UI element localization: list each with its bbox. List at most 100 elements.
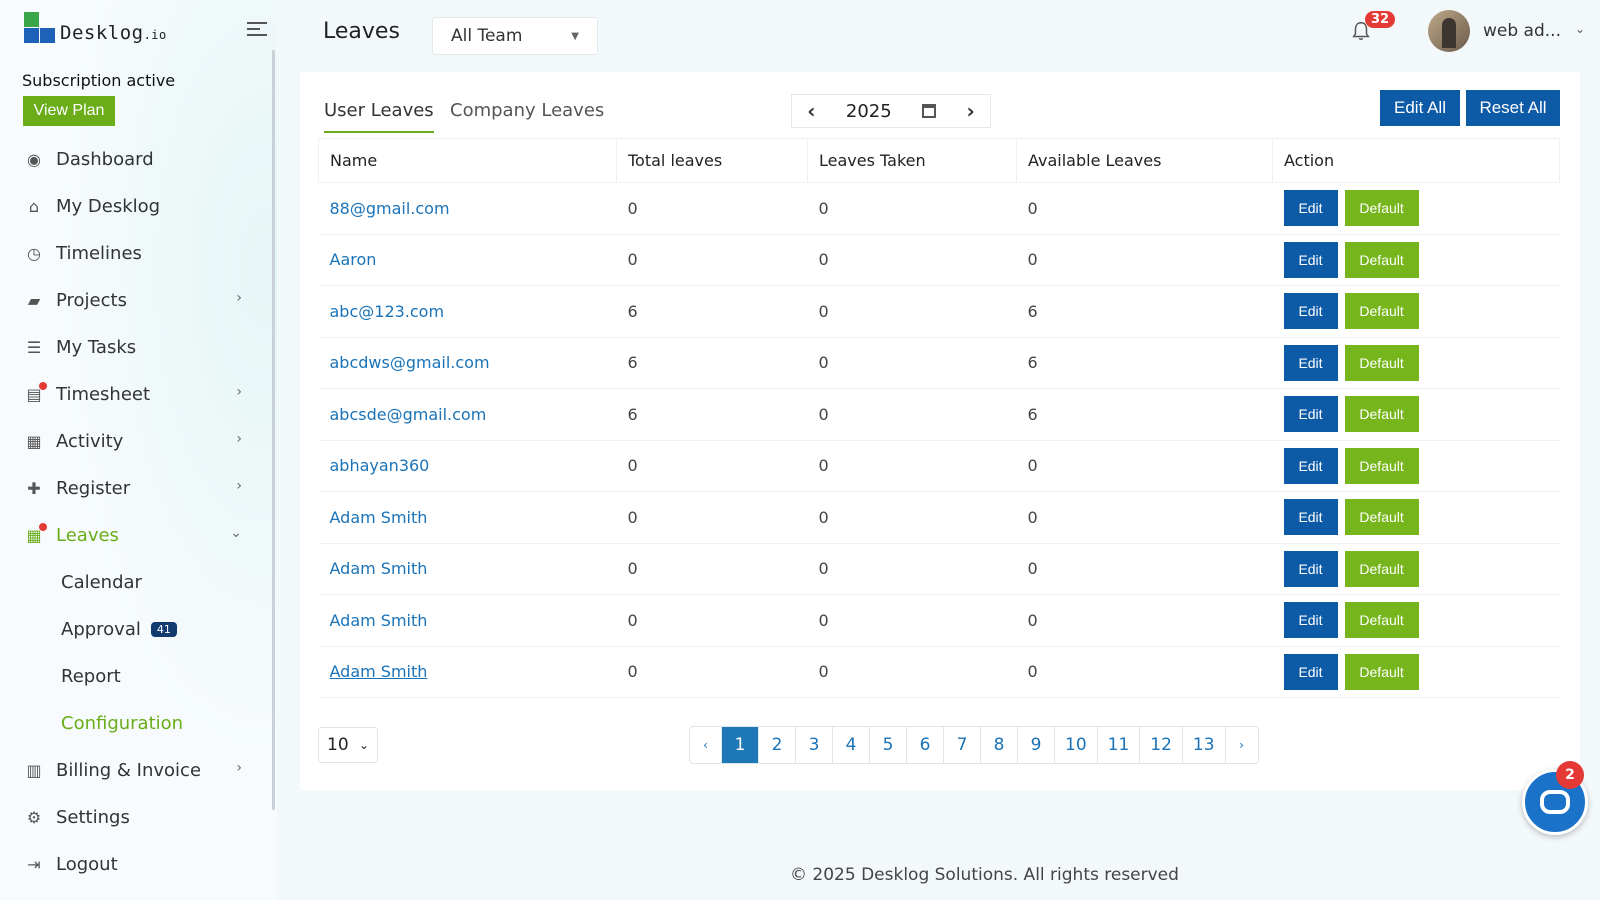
column-header-leaves-taken[interactable]: Leaves Taken [807, 138, 1017, 183]
user-name-link[interactable]: abcsde@gmail.com [318, 388, 617, 441]
reset-all-button[interactable]: Reset All [1466, 90, 1560, 126]
default-button[interactable]: Default [1344, 550, 1419, 587]
sidebar-item-settings[interactable]: ⚙ Settings [0, 794, 270, 841]
user-name-link[interactable]: abc@123.com [318, 285, 617, 338]
total-leaves-cell: 6 [616, 285, 808, 338]
default-button[interactable]: Default [1344, 499, 1419, 536]
user-name-link[interactable]: 88@gmail.com [318, 182, 617, 235]
sidebar-item-register[interactable]: ✚ Register › [0, 465, 270, 512]
user-name[interactable]: web ad... [1483, 21, 1561, 41]
sidebar-item-label: Register [56, 478, 131, 499]
edit-button[interactable]: Edit [1283, 602, 1338, 639]
table-row: abcdws@gmail.com 6 0 6 Edit Default [318, 337, 1560, 389]
pagination-page-13[interactable]: 13 [1183, 727, 1226, 763]
column-header-available-leaves[interactable]: Available Leaves [1016, 138, 1273, 183]
avatar[interactable] [1428, 10, 1470, 52]
pagination-page-6[interactable]: 6 [907, 727, 944, 763]
brand-name: Desklog.io [60, 22, 167, 44]
default-button[interactable]: Default [1344, 293, 1419, 330]
home-icon: ⌂ [28, 197, 40, 216]
year-value[interactable]: 2025 [846, 101, 892, 122]
edit-button[interactable]: Edit [1283, 550, 1338, 587]
tab-user-leaves[interactable]: User Leaves [324, 100, 434, 133]
calendar-icon: ▦ [24, 522, 47, 546]
pagination-prev-button[interactable]: ‹ [690, 727, 722, 763]
pagination-page-12[interactable]: 12 [1140, 727, 1183, 763]
sidebar-item-label: Leaves [56, 525, 119, 546]
column-header-name[interactable]: Name [318, 138, 617, 183]
sidebar-item-timesheet[interactable]: ▤ Timesheet › [0, 371, 270, 418]
chevron-right-icon[interactable]: › [967, 99, 975, 123]
action-cell: Edit Default [1272, 440, 1560, 492]
sidebar-subitem-calendar[interactable]: Calendar [0, 559, 270, 606]
default-button[interactable]: Default [1344, 653, 1419, 690]
gear-icon: ⚙ [26, 808, 42, 827]
brand-logo[interactable]: Desklog.io [24, 12, 167, 44]
pagination-page-2[interactable]: 2 [759, 727, 796, 763]
edit-button[interactable]: Edit [1283, 499, 1338, 536]
edit-button[interactable]: Edit [1283, 653, 1338, 690]
sidebar-item-leaves[interactable]: ▦ Leaves ⌄ [0, 512, 270, 559]
page-size-select[interactable]: 10 ⌄ [318, 727, 378, 763]
sidebar-item-billing[interactable]: ▥ Billing & Invoice › [0, 747, 270, 794]
user-name-link[interactable]: Adam Smith [318, 646, 617, 698]
view-plan-button[interactable]: View Plan [23, 96, 115, 126]
edit-button[interactable]: Edit [1283, 190, 1338, 227]
tab-company-leaves[interactable]: Company Leaves [450, 100, 604, 131]
calendar-icon[interactable] [922, 104, 937, 118]
default-button[interactable]: Default [1344, 241, 1419, 278]
sidebar-item-logout[interactable]: ⇥ Logout [0, 841, 270, 888]
user-name-link[interactable]: Adam Smith [318, 543, 617, 595]
sidebar-subitem-configuration[interactable]: Configuration [0, 700, 270, 747]
default-button[interactable]: Default [1344, 344, 1419, 381]
sidebar-subitem-report[interactable]: Report [0, 653, 270, 700]
chevron-left-icon[interactable]: ‹ [807, 99, 815, 123]
user-name-link[interactable]: Adam Smith [318, 594, 617, 647]
pagination-next-button[interactable]: › [1226, 727, 1258, 763]
chat-icon [1540, 790, 1570, 814]
default-button[interactable]: Default [1344, 396, 1419, 433]
pagination-page-9[interactable]: 9 [1018, 727, 1055, 763]
caret-down-icon: ▼ [571, 30, 579, 42]
sidebar-item-activity[interactable]: ▦ Activity › [0, 418, 270, 465]
pagination-page-4[interactable]: 4 [833, 727, 870, 763]
sidebar-item-my-tasks[interactable]: ☰ My Tasks [0, 324, 270, 371]
user-name-link[interactable]: Adam Smith [318, 491, 617, 544]
pagination-page-8[interactable]: 8 [981, 727, 1018, 763]
team-select[interactable]: All Team ▼ [432, 17, 598, 55]
sidebar-item-timelines[interactable]: ◷ Timelines [0, 230, 270, 277]
sidebar-item-label: Logout [56, 854, 118, 875]
menu-toggle-icon[interactable] [247, 22, 267, 40]
edit-all-button[interactable]: Edit All [1380, 90, 1460, 126]
sidebar-item-dashboard[interactable]: ◉ Dashboard [0, 136, 270, 183]
sidebar-item-projects[interactable]: ▰ Projects › [0, 277, 270, 324]
pagination-page-5[interactable]: 5 [870, 727, 907, 763]
default-button[interactable]: Default [1344, 602, 1419, 639]
default-button[interactable]: Default [1344, 447, 1419, 484]
pagination-page-1[interactable]: 1 [722, 727, 759, 763]
pagination-page-10[interactable]: 10 [1055, 727, 1098, 763]
pagination-page-3[interactable]: 3 [796, 727, 833, 763]
edit-button[interactable]: Edit [1283, 293, 1338, 330]
leaves-taken-cell: 0 [807, 646, 1017, 698]
pagination-page-7[interactable]: 7 [944, 727, 981, 763]
default-button[interactable]: Default [1344, 190, 1419, 227]
user-name-link[interactable]: abhayan360 [318, 440, 617, 492]
user-name-link[interactable]: abcdws@gmail.com [318, 337, 617, 389]
chevron-right-icon: › [236, 384, 242, 400]
sidebar-item-my-desklog[interactable]: ⌂ My Desklog [0, 183, 270, 230]
user-name-link[interactable]: Aaron [318, 234, 617, 286]
leaves-card: User Leaves Company Leaves ‹ 2025 › Edit… [300, 72, 1580, 790]
chevron-right-icon: › [236, 478, 242, 494]
edit-button[interactable]: Edit [1283, 344, 1338, 381]
column-header-total-leaves[interactable]: Total leaves [616, 138, 808, 183]
pagination-page-11[interactable]: 11 [1098, 727, 1141, 763]
edit-button[interactable]: Edit [1283, 396, 1338, 433]
chevron-down-icon[interactable]: ⌄ [1575, 22, 1585, 36]
edit-button[interactable]: Edit [1283, 447, 1338, 484]
available-leaves-cell: 0 [1016, 182, 1273, 235]
available-leaves-cell: 0 [1016, 594, 1273, 647]
sidebar-scrollbar[interactable] [272, 50, 275, 810]
sidebar-subitem-approval[interactable]: Approval 41 [0, 606, 270, 653]
edit-button[interactable]: Edit [1283, 241, 1338, 278]
